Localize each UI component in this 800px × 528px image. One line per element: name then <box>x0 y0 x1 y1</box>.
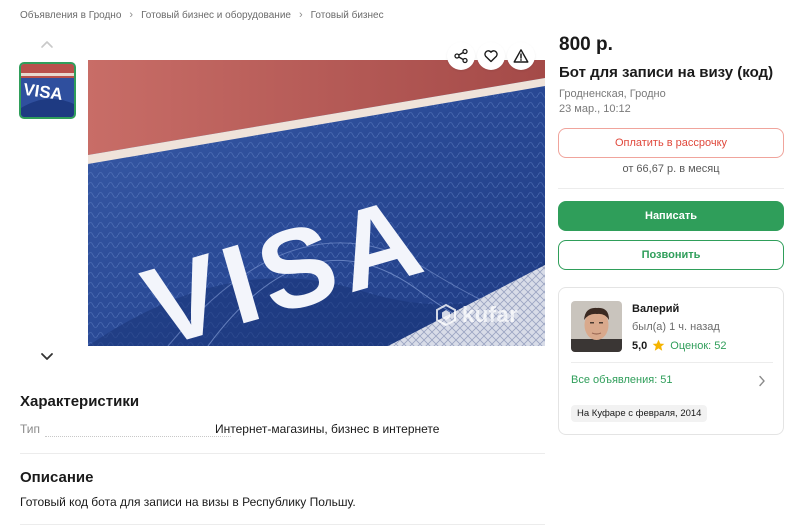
section-divider <box>571 362 773 363</box>
breadcrumb-item-business-equipment[interactable]: Готовый бизнес и оборудование <box>141 10 291 21</box>
kufar-watermark: kufar <box>434 302 518 328</box>
rating-value: 5,0 <box>632 339 648 352</box>
warning-icon <box>513 49 529 63</box>
favorite-button[interactable] <box>477 42 505 70</box>
chevron-up-icon[interactable] <box>40 39 54 49</box>
characteristic-label: Тип <box>20 422 41 436</box>
star-icon <box>652 339 665 351</box>
avatar[interactable] <box>571 301 622 352</box>
characteristic-row: Тип Интернет-магазины, бизнес в интернет… <box>20 422 545 440</box>
breadcrumb-item-grodno[interactable]: Объявления в Гродно <box>20 10 121 21</box>
seller-last-seen: был(а) 1 ч. назад <box>632 321 720 333</box>
seller-card: Валерий был(а) 1 ч. назад 5,0 Оценок: 52… <box>558 287 784 435</box>
member-since-badge: На Куфаре с февраля, 2014 <box>571 405 708 422</box>
seller-name[interactable]: Валерий <box>632 303 679 315</box>
breadcrumb-separator: › <box>298 9 303 21</box>
share-button[interactable] <box>447 42 475 70</box>
section-divider <box>20 524 545 525</box>
call-button[interactable]: Позвонить <box>558 240 784 270</box>
watermark-text: kufar <box>462 302 519 327</box>
characteristics-title: Характеристики <box>20 393 140 410</box>
share-icon <box>454 48 468 64</box>
heart-icon <box>484 50 498 63</box>
report-button[interactable] <box>507 42 535 70</box>
description-text: Готовый код бота для записи на визы в Ре… <box>20 495 356 509</box>
listing-price: 800 р. <box>559 34 613 55</box>
chevron-right-icon[interactable] <box>758 375 766 387</box>
description-title: Описание <box>20 469 94 486</box>
write-message-button[interactable]: Написать <box>558 201 784 231</box>
section-divider <box>558 188 784 189</box>
kufar-logo-icon <box>436 303 456 327</box>
all-ads-link[interactable]: Все объявления: 51 <box>571 374 673 386</box>
seller-rating: 5,0 Оценок: 52 <box>632 339 727 352</box>
characteristic-value: Интернет-магазины, бизнес в интернете <box>215 422 440 436</box>
listing-location: Гродненская, Гродно <box>559 88 666 100</box>
section-divider <box>20 453 545 454</box>
gallery-thumbnail[interactable]: VISA <box>19 62 76 119</box>
listing-date: 23 мар., 10:12 <box>559 103 631 115</box>
breadcrumb: Объявления в Гродно › Готовый бизнес и о… <box>20 9 384 21</box>
breadcrumb-separator: › <box>129 9 134 21</box>
reviews-link[interactable]: Оценок: 52 <box>670 340 726 352</box>
pay-installment-button[interactable]: Оплатить в рассрочку <box>558 128 784 158</box>
listing-title: Бот для записи на визу (код) <box>559 64 774 81</box>
chevron-down-icon[interactable] <box>40 352 54 362</box>
characteristic-leader-line <box>45 436 231 437</box>
breadcrumb-item-ready-business[interactable]: Готовый бизнес <box>311 10 384 21</box>
installment-note: от 66,67 р. в месяц <box>622 163 720 175</box>
